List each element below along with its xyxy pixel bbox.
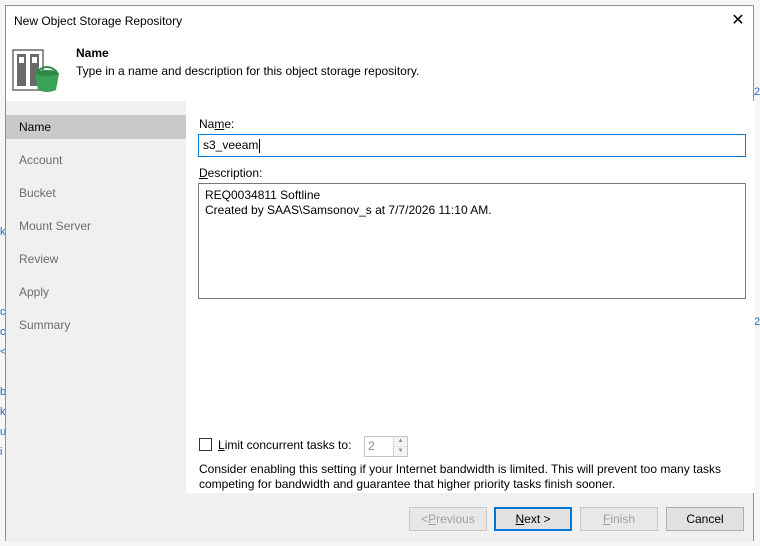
background-text-fragment: 2 xyxy=(754,86,760,98)
label-text: Na xyxy=(199,117,215,131)
button-text: inish xyxy=(610,512,636,526)
step-header: Name Type in a name and description for … xyxy=(6,36,753,100)
repository-bucket-icon xyxy=(12,49,59,92)
button-text: Cancel xyxy=(686,512,724,526)
label-mnemonic: D xyxy=(199,166,208,180)
sidebar-item-label: Summary xyxy=(19,318,71,332)
description-label: Description: xyxy=(199,166,262,180)
text-caret xyxy=(259,138,261,153)
sidebar-item-apply[interactable]: Apply xyxy=(6,280,186,304)
button-mnemonic: P xyxy=(428,512,437,526)
finish-button[interactable]: Finish xyxy=(580,507,658,531)
label-text: escription: xyxy=(207,166,263,180)
wizard-steps-sidebar: Name Account Bucket Mount Server Review … xyxy=(6,101,186,493)
sidebar-item-label: Apply xyxy=(19,285,50,299)
sidebar-item-label: Review xyxy=(19,252,59,266)
concurrent-tasks-stepper[interactable]: 2 ▲ ▼ xyxy=(364,436,408,457)
background-text-fragment: i xyxy=(0,446,3,458)
cancel-button[interactable]: Cancel xyxy=(666,507,744,531)
label-text: imit concurrent tasks to: xyxy=(224,438,352,452)
sidebar-item-label: Bucket xyxy=(19,186,56,200)
stepper-down-arrow-icon[interactable]: ▼ xyxy=(394,446,407,455)
title-bar: New Object Storage Repository ✕ xyxy=(6,6,753,36)
label-text: e: xyxy=(224,117,235,131)
name-input[interactable]: s3_veeam xyxy=(198,134,746,157)
sidebar-item-account[interactable]: Account xyxy=(6,148,186,172)
sidebar-item-label: Mount Server xyxy=(19,219,92,233)
step-title: Name xyxy=(76,46,109,60)
sidebar-item-name[interactable]: Name xyxy=(6,115,186,139)
label-mnemonic: m xyxy=(214,117,225,131)
close-button[interactable]: ✕ xyxy=(723,6,753,34)
label-mnemonic: L xyxy=(218,438,225,452)
description-line: REQ0034811 Softline xyxy=(205,188,321,202)
button-text: ext > xyxy=(524,512,551,526)
previous-button[interactable]: < Previous xyxy=(409,507,487,531)
dialog-title: New Object Storage Repository xyxy=(14,14,183,28)
limit-concurrent-tasks-label[interactable]: Limit concurrent tasks to: xyxy=(218,438,351,452)
description-line: Created by SAAS\Samsonov_s at 7/7/2026 1… xyxy=(205,203,492,217)
sidebar-item-summary[interactable]: Summary xyxy=(6,313,186,337)
step-content: Name: s3_veeam Description: REQ0034811 S… xyxy=(186,101,755,493)
sidebar-item-bucket[interactable]: Bucket xyxy=(6,181,186,205)
concurrent-tasks-value: 2 xyxy=(368,439,375,453)
button-mnemonic: N xyxy=(515,512,525,526)
new-object-storage-repository-dialog: New Object Storage Repository ✕ Name Typ… xyxy=(5,5,755,542)
close-icon: ✕ xyxy=(731,12,745,29)
wizard-footer: < Previous Next > Finish Cancel xyxy=(6,493,753,542)
sidebar-item-mount-server[interactable]: Mount Server xyxy=(6,214,186,238)
button-text: < xyxy=(421,512,429,526)
sidebar-item-label: Name xyxy=(19,120,52,134)
button-mnemonic: F xyxy=(602,512,611,526)
next-button[interactable]: Next > xyxy=(494,507,572,531)
name-label: Name: xyxy=(199,117,234,131)
stepper-up-arrow-icon[interactable]: ▲ xyxy=(394,437,407,446)
sidebar-item-label: Account xyxy=(19,153,63,167)
name-value: s3_veeam xyxy=(203,138,259,152)
button-text: revious xyxy=(436,512,475,526)
stepper-buttons: ▲ ▼ xyxy=(393,437,407,456)
step-description: Type in a name and description for this … xyxy=(76,64,420,78)
limit-concurrent-tasks-checkbox[interactable] xyxy=(199,438,212,451)
bandwidth-hint-text: Consider enabling this setting if your I… xyxy=(199,462,722,491)
description-textarea[interactable]: REQ0034811 Softline Created by SAAS\Sams… xyxy=(198,183,746,299)
sidebar-item-review[interactable]: Review xyxy=(6,247,186,271)
